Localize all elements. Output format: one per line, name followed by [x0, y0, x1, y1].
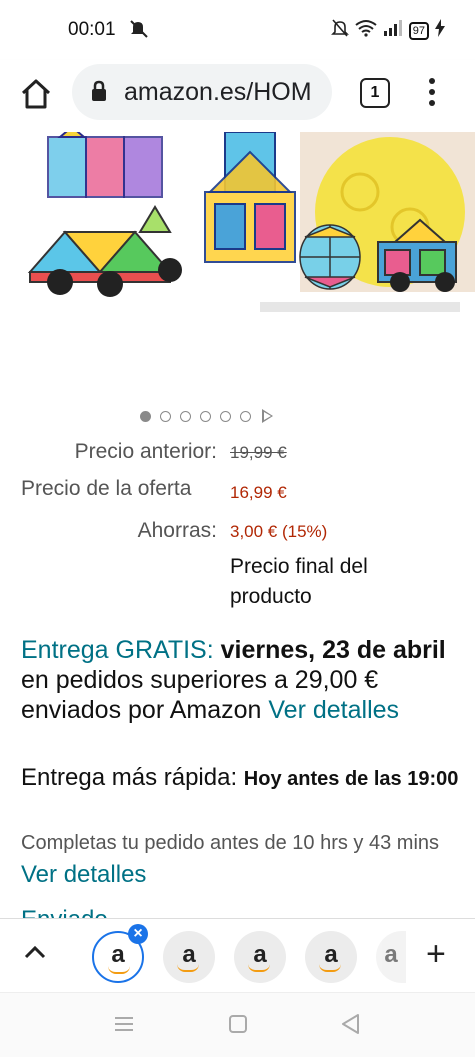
close-icon[interactable]: × — [128, 924, 148, 944]
carousel-dot[interactable] — [140, 410, 151, 422]
lock-icon — [90, 80, 108, 107]
menu-icon[interactable] — [424, 74, 440, 110]
fast-delivery-time: Hoy antes de las 19:00 — [243, 768, 459, 790]
image-carousel-dots — [140, 409, 273, 423]
carousel-dot[interactable] — [240, 410, 251, 422]
wifi-icon — [355, 19, 377, 42]
tab-strip: a a a a a + — [0, 918, 475, 993]
offer-price-label: Precio de la oferta — [21, 477, 192, 500]
recents-icon[interactable] — [114, 1015, 134, 1038]
signal-icon — [383, 20, 403, 41]
status-bar: 00:01 97 — [0, 0, 475, 60]
fast-delivery-message: Entrega más rápida: Hoy antes de las 19:… — [21, 762, 461, 795]
bell-off-icon — [330, 18, 349, 43]
back-icon[interactable] — [340, 1013, 360, 1040]
home-nav-icon[interactable] — [228, 1014, 248, 1039]
tab-amazon-partial[interactable]: a — [376, 931, 406, 983]
chevron-up-icon[interactable] — [24, 945, 46, 964]
savings-label: Ahorras: — [137, 519, 217, 542]
product-image[interactable] — [0, 132, 475, 402]
savings-value: 3,00 € (15%) — [230, 522, 328, 541]
carousel-dot[interactable] — [180, 410, 191, 422]
free-delivery-message: Entrega GRATIS: viernes, 23 de abril en … — [21, 635, 451, 725]
plus-icon[interactable]: + — [426, 937, 446, 971]
mute-icon — [128, 18, 150, 45]
address-bar[interactable]: amazon.es/HOM — [72, 64, 332, 120]
countdown-details-link[interactable]: Ver detalles — [21, 861, 146, 888]
tab-amazon[interactable]: a — [163, 931, 215, 983]
play-video-icon[interactable] — [262, 409, 273, 423]
battery-icon: 97 — [408, 21, 429, 40]
carousel-dot[interactable] — [200, 410, 211, 422]
countdown-text: Completas tu pedido antes de 10 hrs y 43… — [21, 832, 440, 854]
offer-price-value: 16,99 € — [230, 483, 287, 502]
fast-delivery-label: Entrega más rápida: — [21, 764, 244, 791]
partial-heading: Enviado — [21, 906, 108, 918]
delivery-details-link[interactable]: Ver detalles — [268, 696, 399, 724]
url-text: amazon.es/HOM — [124, 78, 312, 106]
system-nav-bar — [0, 992, 475, 1057]
tabs-icon[interactable]: 1 — [360, 78, 390, 108]
carousel-dot[interactable] — [220, 410, 231, 422]
tab-amazon[interactable]: a — [305, 931, 357, 983]
previous-price-value: 19,99 € — [230, 443, 287, 462]
carousel-dot[interactable] — [160, 410, 171, 422]
final-price-note: Precio final del producto — [230, 555, 368, 608]
tab-amazon[interactable]: a — [234, 931, 286, 983]
charging-icon — [435, 19, 445, 42]
status-time: 00:01 — [68, 19, 116, 40]
browser-toolbar: amazon.es/HOM 1 — [0, 60, 475, 132]
order-countdown: Completas tu pedido antes de 10 hrs y 43… — [21, 828, 461, 892]
home-icon[interactable] — [18, 76, 54, 112]
delivery-date: viernes, 23 de abril — [220, 636, 446, 664]
free-delivery-label: Entrega GRATIS: — [21, 636, 214, 664]
previous-price-label: Precio anterior: — [74, 440, 217, 463]
